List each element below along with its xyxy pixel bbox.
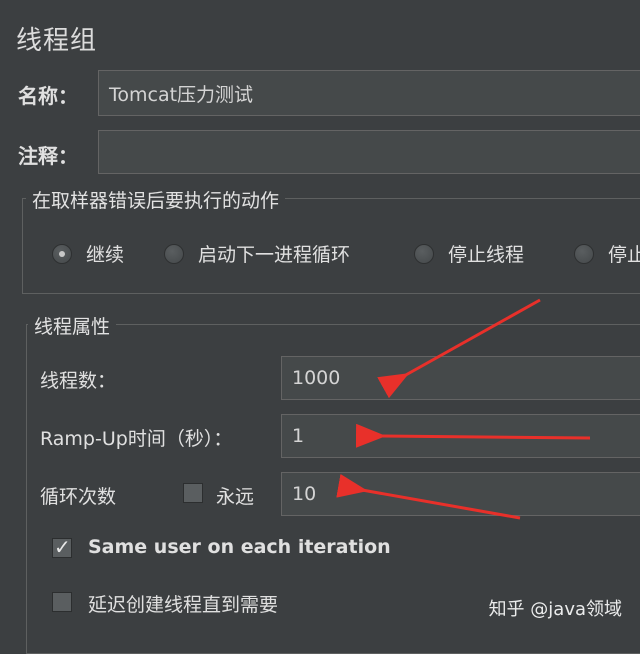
- panel-title: 线程组: [16, 26, 98, 56]
- radio-stop-test[interactable]: 停止: [574, 240, 640, 267]
- delay-create-checkbox[interactable]: [52, 592, 72, 612]
- same-user-label: Same user on each iteration: [88, 536, 391, 558]
- comment-label: 注释：: [18, 144, 78, 168]
- radio-label: 启动下一进程循环: [198, 244, 351, 266]
- loop-count-input[interactable]: 10: [281, 472, 640, 516]
- loop-count-label: 循环次数: [40, 486, 117, 508]
- forever-label: 永远: [216, 486, 255, 508]
- same-user-checkbox[interactable]: [52, 535, 72, 559]
- error-action-title: 在取样器错误后要执行的动作: [26, 186, 286, 213]
- name-label: 名称：: [18, 84, 78, 108]
- name-input[interactable]: Tomcat压力测试: [98, 70, 640, 116]
- rampup-label: Ramp-Up时间（秒）：: [40, 428, 233, 450]
- threads-input[interactable]: 1000: [281, 356, 640, 400]
- thread-props-title: 线程属性: [28, 312, 117, 339]
- rampup-input[interactable]: 1: [281, 414, 640, 458]
- radio-stop-thread[interactable]: 停止线程: [414, 240, 524, 267]
- radio-continue[interactable]: 继续: [52, 240, 124, 267]
- watermark: 知乎 @java领域: [488, 599, 622, 620]
- radio-button[interactable]: [414, 243, 434, 264]
- radio-label: 继续: [86, 244, 125, 266]
- radio-button[interactable]: [52, 243, 72, 264]
- radio-button[interactable]: [574, 243, 594, 264]
- delay-create-label: 延迟创建线程直到需要: [88, 594, 279, 616]
- radio-button[interactable]: [164, 243, 184, 264]
- threads-label: 线程数：: [40, 370, 117, 392]
- radio-label: 停止: [608, 244, 640, 266]
- forever-checkbox[interactable]: [183, 483, 203, 503]
- radio-start-next-loop[interactable]: 启动下一进程循环: [164, 240, 350, 267]
- radio-label: 停止线程: [448, 244, 525, 266]
- comment-input[interactable]: [98, 130, 640, 174]
